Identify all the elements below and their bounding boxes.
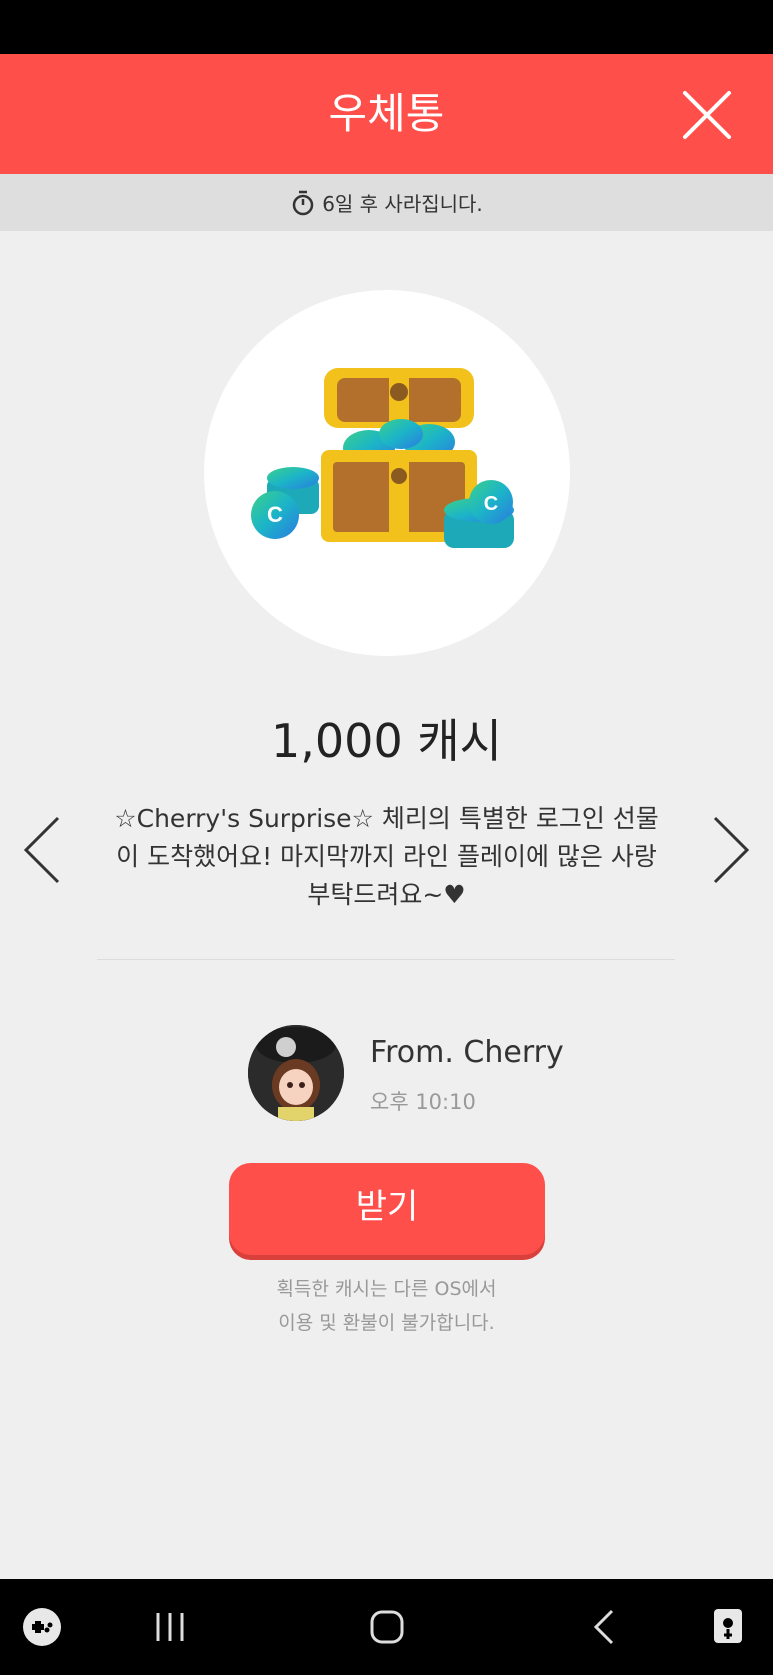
notice-text: 획득한 캐시는 다른 OS에서 이용 및 환불이 불가합니다.: [0, 1272, 773, 1340]
divider: [97, 959, 675, 960]
svg-text:C: C: [484, 493, 498, 515]
system-nav-bar: [0, 1579, 773, 1675]
expiry-bar: 6일 후 사라집니다.: [0, 174, 773, 231]
page-title: 우체통: [328, 89, 445, 138]
recent-apps-icon[interactable]: [152, 1607, 188, 1647]
home-icon[interactable]: [368, 1607, 406, 1647]
sender-name: From. Cherry: [370, 1035, 564, 1070]
status-bar: [0, 0, 773, 54]
assist-icon[interactable]: [710, 1607, 750, 1647]
treasure-chest-icon: C C: [251, 368, 514, 548]
chevron-left-icon[interactable]: [20, 812, 64, 888]
expiry-text: 6일 후 사라집니다.: [322, 192, 483, 216]
chevron-right-icon[interactable]: [709, 812, 753, 888]
gift-message: ☆Cherry's Surprise☆ 체리의 특별한 로그인 선물이 도착했어…: [114, 804, 659, 909]
close-icon[interactable]: [681, 89, 733, 141]
gift-image: C C: [204, 290, 570, 656]
header: 우체통: [0, 54, 773, 174]
back-icon[interactable]: [590, 1607, 618, 1647]
game-launcher-icon[interactable]: [22, 1607, 62, 1647]
svg-text:C: C: [267, 502, 283, 527]
notice-line-1: 획득한 캐시는 다른 OS에서: [276, 1278, 497, 1300]
notice-line-2: 이용 및 환불이 불가합니다.: [278, 1312, 495, 1334]
sent-time: 오후 10:10: [370, 1090, 476, 1114]
receive-button[interactable]: 받기: [229, 1163, 545, 1255]
avatar: [248, 1025, 344, 1121]
timer-icon: [292, 190, 314, 215]
gift-amount: 1,000 캐시: [271, 714, 502, 768]
